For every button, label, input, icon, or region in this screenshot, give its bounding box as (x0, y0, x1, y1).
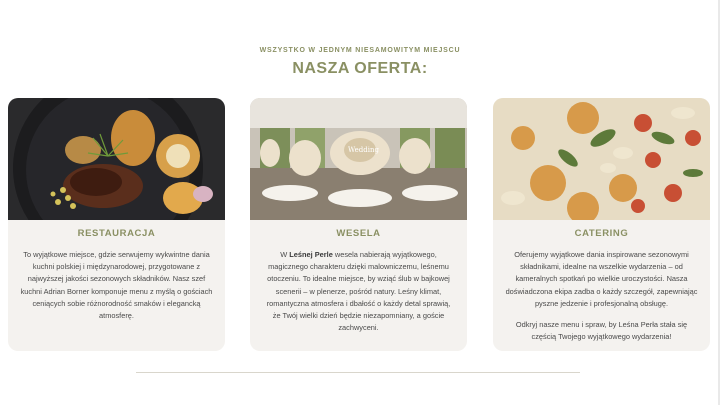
offer-card-restaurant[interactable]: RESTAURACJA To wyjątkowe miejsce, gdzie … (8, 98, 225, 351)
svg-text:Wedding: Wedding (348, 146, 379, 154)
catering-food-image (493, 98, 710, 220)
card-text-restaurant: To wyjątkowe miejsce, gdzie serwujemy wy… (20, 250, 213, 321)
section-eyebrow: WSZYSTKO W JEDNYM NIESAMOWITYM MIEJSCU (259, 47, 461, 54)
section-divider (136, 372, 580, 373)
wedding-hall-image: Wedding (250, 98, 467, 220)
card-text-catering: Oferujemy wyjątkowe dania inspirowane se… (505, 250, 698, 342)
offer-card-weddings[interactable]: Wedding WESELA W Leśnej Perle wesela nab… (250, 98, 467, 351)
card-text-weddings: W Leśnej Perle wesela nabierają wyjątkow… (266, 250, 451, 333)
section-title: NASZA OFERTA: (292, 60, 428, 77)
offer-card-catering[interactable]: CATERING Oferujemy wyjątkowe dania inspi… (493, 98, 710, 351)
card-title-weddings: WESELA (336, 228, 381, 239)
card-title-catering: CATERING (574, 228, 629, 239)
restaurant-dish-image (8, 98, 225, 220)
card-title-restaurant: RESTAURACJA (77, 228, 156, 239)
